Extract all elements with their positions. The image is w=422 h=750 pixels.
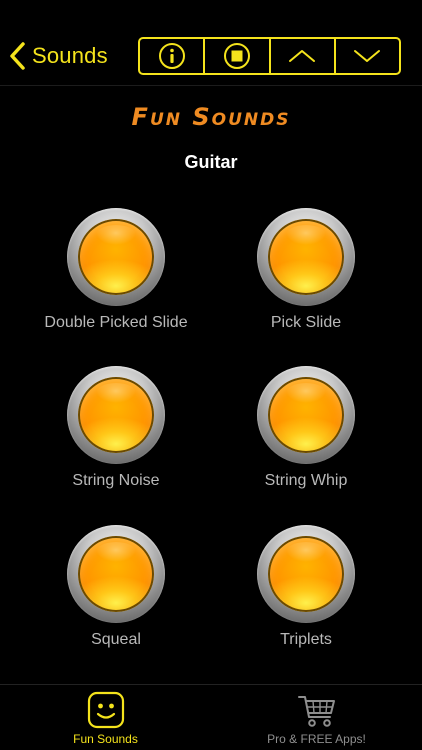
sound-label: Squeal <box>91 631 141 648</box>
chevron-up-icon <box>289 50 316 62</box>
tab-pro-free-apps[interactable]: Pro & FREE Apps! <box>211 685 422 750</box>
orange-light-icon <box>268 536 344 612</box>
category-title: Guitar <box>184 152 238 172</box>
sound-button-bezel <box>67 366 165 464</box>
app-screen: Sounds Fun Sounds Guitar Double Picked S… <box>0 0 422 750</box>
back-button[interactable]: Sounds <box>8 38 108 74</box>
tab-label: Fun Sounds <box>73 732 138 746</box>
orange-light-icon <box>78 536 154 612</box>
sound-button-bezel <box>257 366 355 464</box>
sound-button-pick-slide[interactable]: Pick Slide <box>211 208 401 358</box>
toolbar-segmented-control <box>138 37 401 75</box>
chevron-left-icon <box>10 42 25 70</box>
stop-button[interactable] <box>205 39 271 73</box>
chevron-down-icon <box>354 50 381 62</box>
sound-label: Triplets <box>280 631 332 648</box>
sound-label: String Whip <box>264 472 348 489</box>
info-icon <box>158 43 185 69</box>
orange-light-icon <box>78 219 154 295</box>
info-button[interactable] <box>140 39 206 73</box>
sound-label: Pick Slide <box>270 314 342 331</box>
orange-light-icon <box>268 377 344 453</box>
sound-button-squeal[interactable]: Squeal <box>21 525 211 675</box>
tab-label: Pro & FREE Apps! <box>267 732 366 746</box>
sound-button-double-picked-slide[interactable]: Double Picked Slide <box>21 208 211 358</box>
sound-label: String Noise <box>72 472 160 489</box>
sound-button-string-whip[interactable]: String Whip <box>211 366 401 516</box>
back-label: Sounds <box>32 43 108 68</box>
app-title: Fun Sounds <box>131 103 291 131</box>
sound-button-bezel <box>257 208 355 306</box>
smiley-icon <box>87 691 124 729</box>
sound-label: Double Picked Slide <box>44 314 188 331</box>
sound-button-string-noise[interactable]: String Noise <box>21 366 211 516</box>
sound-button-bezel <box>67 208 165 306</box>
navigation-bar: Sounds <box>0 0 422 86</box>
sound-button-triplets[interactable]: Triplets <box>211 525 401 675</box>
stop-icon <box>223 43 250 69</box>
previous-button[interactable] <box>271 39 336 73</box>
tab-fun-sounds[interactable]: Fun Sounds <box>0 685 211 750</box>
orange-light-icon <box>268 219 344 295</box>
next-button[interactable] <box>336 39 399 73</box>
sound-button-bezel <box>67 525 165 623</box>
orange-light-icon <box>78 377 154 453</box>
sound-button-bezel <box>257 525 355 623</box>
cart-icon <box>297 696 335 727</box>
tab-bar: Fun Sounds Pro & FREE Apps! <box>0 684 422 750</box>
